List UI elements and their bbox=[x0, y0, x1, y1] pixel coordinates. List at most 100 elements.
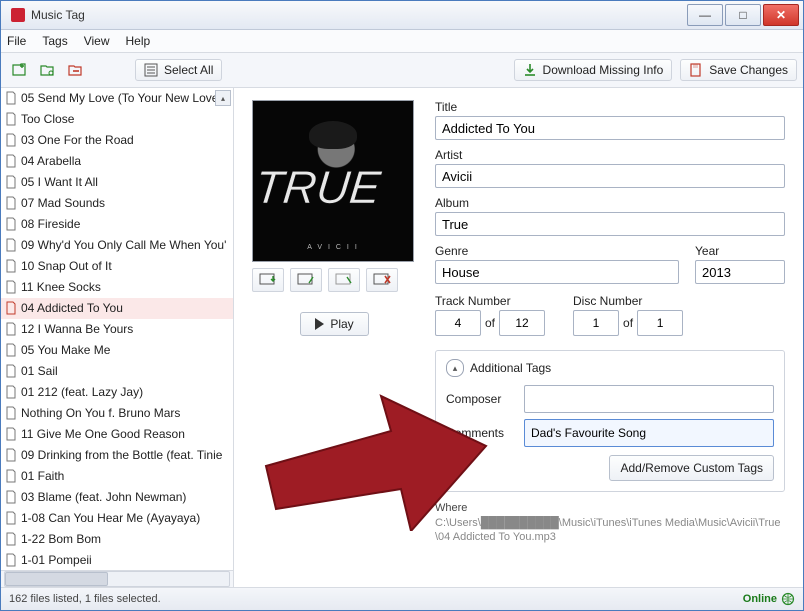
list-item[interactable]: 04 Arabella bbox=[1, 151, 233, 172]
save-changes-button[interactable]: Save Changes bbox=[680, 59, 797, 81]
status-bar: 162 files listed, 1 files selected. Onli… bbox=[1, 588, 803, 610]
file-icon bbox=[5, 427, 17, 441]
list-item[interactable]: 05 I Want It All bbox=[1, 172, 233, 193]
status-online-label: Online bbox=[743, 593, 777, 605]
list-item-label: 04 Arabella bbox=[21, 154, 81, 168]
track-total-input[interactable] bbox=[499, 310, 545, 336]
list-item-label: 01 212 (feat. Lazy Jay) bbox=[21, 385, 143, 399]
list-item[interactable]: 03 One For the Road bbox=[1, 130, 233, 151]
scroll-up-button[interactable]: ▴ bbox=[215, 90, 231, 106]
list-item[interactable]: 1-08 Can You Hear Me (Ayayaya) bbox=[1, 508, 233, 529]
list-item[interactable]: 01 Faith bbox=[1, 466, 233, 487]
file-icon bbox=[5, 364, 17, 378]
where-section: Where C:\Users\██████████\Music\iTunes\i… bbox=[435, 502, 785, 545]
list-item-label: 03 Blame (feat. John Newman) bbox=[21, 490, 186, 504]
play-label: Play bbox=[330, 317, 353, 331]
file-list[interactable]: ▴ 05 Send My Love (To Your New Lover) Too… bbox=[1, 88, 233, 570]
file-icon bbox=[5, 238, 17, 252]
list-item[interactable]: 09 Drinking from the Bottle (feat. Tinie bbox=[1, 445, 233, 466]
menu-help[interactable]: Help bbox=[126, 34, 151, 48]
collapse-icon[interactable]: ▴ bbox=[446, 359, 464, 377]
album-art-artist: A V I C I I bbox=[253, 244, 413, 251]
list-item[interactable]: 01 212 (feat. Lazy Jay) bbox=[1, 382, 233, 403]
menu-tags[interactable]: Tags bbox=[42, 34, 67, 48]
list-item[interactable]: 03 Blame (feat. John Newman) bbox=[1, 487, 233, 508]
track-number-input[interactable] bbox=[435, 310, 481, 336]
tag-detail-panel: TRUE A V I C I I Play bbox=[234, 88, 803, 587]
file-list-hscrollbar[interactable] bbox=[1, 570, 233, 587]
list-item-label: 12 I Wanna Be Yours bbox=[21, 322, 133, 336]
list-item[interactable]: 05 You Make Me bbox=[1, 340, 233, 361]
list-item-label: 1-08 Can You Hear Me (Ayayaya) bbox=[21, 511, 200, 525]
list-item-label: 11 Give Me One Good Reason bbox=[21, 427, 185, 441]
add-folder-icon[interactable] bbox=[35, 58, 59, 82]
comments-label: Comments bbox=[446, 426, 516, 440]
download-missing-label: Download Missing Info bbox=[543, 63, 664, 77]
window-close-button[interactable]: ✕ bbox=[763, 4, 799, 26]
globe-icon bbox=[781, 592, 795, 606]
add-files-icon[interactable] bbox=[7, 58, 31, 82]
list-item-label: 1-22 Bom Bom bbox=[21, 532, 101, 546]
composer-input[interactable] bbox=[524, 385, 774, 413]
disc-number-input[interactable] bbox=[573, 310, 619, 336]
album-label: Album bbox=[435, 196, 785, 210]
album-art-word: TRUE bbox=[253, 151, 413, 221]
genre-input[interactable] bbox=[435, 260, 679, 284]
list-item-label: 04 Addicted To You bbox=[21, 301, 123, 315]
play-icon bbox=[315, 318, 324, 330]
artwork-import-icon[interactable] bbox=[290, 268, 322, 292]
list-item[interactable]: Nothing On You f. Bruno Mars bbox=[1, 403, 233, 424]
list-item-label: 09 Drinking from the Bottle (feat. Tinie bbox=[21, 448, 222, 462]
list-item-label: Too Close bbox=[21, 112, 74, 126]
select-all-label: Select All bbox=[164, 63, 213, 77]
status-file-count: 162 files listed, 1 files selected. bbox=[9, 593, 161, 605]
window-minimize-button[interactable]: — bbox=[687, 4, 723, 26]
artwork-remove-icon[interactable] bbox=[366, 268, 398, 292]
window-maximize-button[interactable]: □ bbox=[725, 4, 761, 26]
artwork-export-icon[interactable] bbox=[328, 268, 360, 292]
list-item-label: 01 Sail bbox=[21, 364, 58, 378]
list-item[interactable]: 07 Mad Sounds bbox=[1, 193, 233, 214]
list-item[interactable]: 11 Knee Socks bbox=[1, 277, 233, 298]
list-item-label: 05 Send My Love (To Your New Lover) bbox=[21, 91, 226, 105]
list-item-label: 03 One For the Road bbox=[21, 133, 134, 147]
list-item[interactable]: 05 Send My Love (To Your New Lover) bbox=[1, 88, 233, 109]
list-item-label: 01 Faith bbox=[21, 469, 64, 483]
title-input[interactable] bbox=[435, 116, 785, 140]
tracknum-label: Track Number bbox=[435, 294, 545, 308]
file-icon bbox=[5, 175, 17, 189]
custom-tags-button[interactable]: Add/Remove Custom Tags bbox=[609, 455, 774, 481]
play-button[interactable]: Play bbox=[300, 312, 368, 336]
list-item[interactable]: 1-22 Bom Bom bbox=[1, 529, 233, 550]
list-item[interactable]: 04 Addicted To You bbox=[1, 298, 233, 319]
artist-input[interactable] bbox=[435, 164, 785, 188]
select-all-button[interactable]: Select All bbox=[135, 59, 222, 81]
year-input[interactable] bbox=[695, 260, 785, 284]
scrollbar-thumb[interactable] bbox=[5, 572, 108, 586]
file-icon bbox=[5, 553, 17, 567]
file-icon bbox=[5, 133, 17, 147]
download-missing-button[interactable]: Download Missing Info bbox=[514, 59, 673, 81]
list-item[interactable]: 08 Fireside bbox=[1, 214, 233, 235]
disc-total-input[interactable] bbox=[637, 310, 683, 336]
list-item[interactable]: 1-01 Pompeii bbox=[1, 550, 233, 570]
list-item[interactable]: 10 Snap Out of It bbox=[1, 256, 233, 277]
comments-input[interactable] bbox=[524, 419, 774, 447]
remove-files-icon[interactable] bbox=[63, 58, 87, 82]
list-item[interactable]: Too Close bbox=[1, 109, 233, 130]
list-item[interactable]: 12 I Wanna Be Yours bbox=[1, 319, 233, 340]
menu-file[interactable]: File bbox=[7, 34, 26, 48]
year-label: Year bbox=[695, 244, 785, 258]
artwork-download-icon[interactable] bbox=[252, 268, 284, 292]
file-icon bbox=[5, 196, 17, 210]
menu-view[interactable]: View bbox=[84, 34, 110, 48]
list-item[interactable]: 01 Sail bbox=[1, 361, 233, 382]
list-item-label: 08 Fireside bbox=[21, 217, 80, 231]
album-input[interactable] bbox=[435, 212, 785, 236]
list-item[interactable]: 09 Why'd You Only Call Me When You' bbox=[1, 235, 233, 256]
custom-tags-label: Add/Remove Custom Tags bbox=[620, 461, 763, 475]
album-artwork[interactable]: TRUE A V I C I I bbox=[252, 100, 414, 262]
file-icon bbox=[5, 406, 17, 420]
artist-label: Artist bbox=[435, 148, 785, 162]
list-item[interactable]: 11 Give Me One Good Reason bbox=[1, 424, 233, 445]
